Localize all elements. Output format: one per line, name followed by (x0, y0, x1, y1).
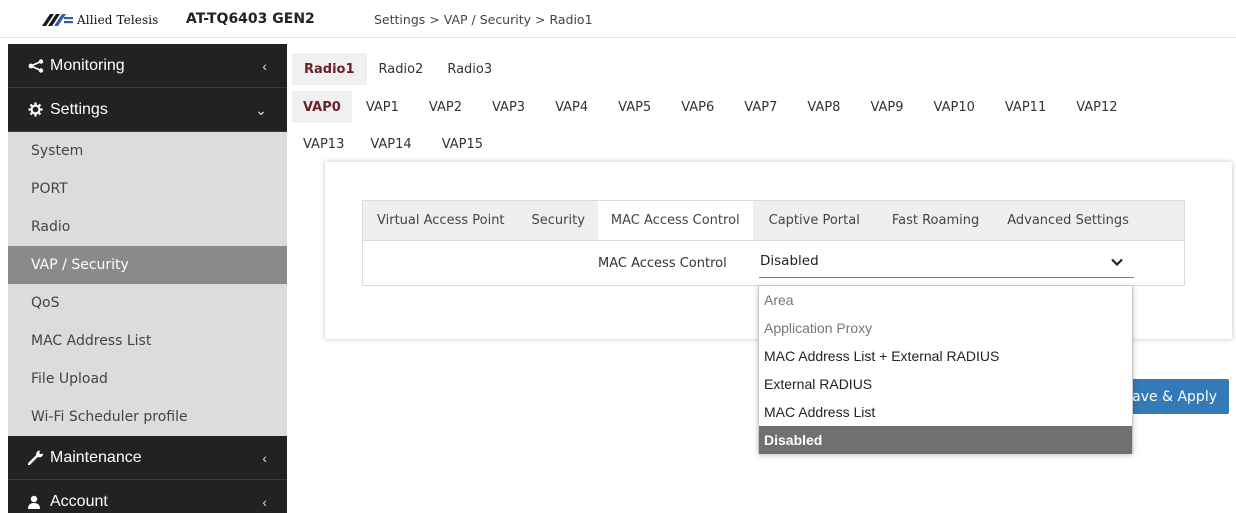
mac-access-control-dropdown: Area Application Proxy MAC Address List … (758, 285, 1133, 454)
sidebar-item-vap-security[interactable]: VAP / Security (8, 246, 287, 284)
tab-vap15[interactable]: VAP15 (426, 128, 499, 160)
sidebar-item-file-upload[interactable]: File Upload (8, 360, 287, 398)
tab-vap11[interactable]: VAP11 (989, 91, 1062, 123)
select-value: Disabled (760, 253, 819, 269)
tab-radio3[interactable]: Radio3 (435, 53, 505, 85)
chevron-left-icon: ‹ (262, 450, 267, 466)
gear-icon (28, 102, 46, 117)
brand-logo: Allied Telesis (42, 12, 158, 28)
vap-tabs-row1: VAP0 VAP1 VAP2 VAP3 VAP4 VAP5 VAP6 VAP7 … (292, 91, 1133, 123)
sidebar-account[interactable]: Account ‹ (8, 480, 287, 513)
tab-vap13[interactable]: VAP13 (292, 128, 356, 160)
tab-vap9[interactable]: VAP9 (855, 91, 919, 123)
sidebar-item-port[interactable]: PORT (8, 170, 287, 208)
tab-security[interactable]: Security (519, 201, 598, 240)
tab-vap0[interactable]: VAP0 (292, 91, 352, 123)
mac-access-control-row: MAC Access Control Disabled (362, 240, 1185, 286)
tab-radio1[interactable]: Radio1 (292, 53, 367, 85)
option-disabled[interactable]: Disabled (759, 426, 1132, 454)
mac-access-control-label: MAC Access Control (598, 256, 727, 271)
tab-vap7[interactable]: VAP7 (729, 91, 793, 123)
top-bar: Allied Telesis AT-TQ6403 GEN2 Settings >… (0, 0, 1236, 38)
tab-vap14[interactable]: VAP14 (355, 128, 427, 160)
chevron-down-icon: ⌄ (255, 102, 267, 118)
allied-telesis-logo-icon (42, 14, 73, 26)
chevron-down-icon (1111, 258, 1123, 267)
tab-vap6[interactable]: VAP6 (666, 91, 730, 123)
tab-advanced-settings[interactable]: Advanced Settings (995, 201, 1141, 240)
option-mac-address-list[interactable]: MAC Address List (759, 398, 1132, 426)
option-mac-list-external-radius[interactable]: MAC Address List + External RADIUS (759, 342, 1132, 370)
sidebar-item-radio[interactable]: Radio (8, 208, 287, 246)
wrench-icon (28, 450, 46, 465)
sidebar: Monitoring ‹ Settings ⌄ System PORT Radi… (8, 44, 287, 513)
tab-vap5[interactable]: VAP5 (603, 91, 667, 123)
share-icon (28, 58, 46, 73)
user-icon (28, 495, 46, 509)
option-external-radius[interactable]: External RADIUS (759, 370, 1132, 398)
tab-mac-access-control[interactable]: MAC Access Control (597, 201, 753, 240)
breadcrumb: Settings > VAP / Security > Radio1 (374, 12, 593, 27)
tab-vap3[interactable]: VAP3 (476, 91, 541, 123)
tab-captive-portal[interactable]: Captive Portal (753, 201, 876, 240)
sidebar-maintenance-label: Maintenance (50, 448, 142, 466)
tab-virtual-access-point[interactable]: Virtual Access Point (363, 201, 519, 240)
tab-vap12[interactable]: VAP12 (1061, 91, 1133, 123)
sidebar-account-label: Account (50, 492, 108, 510)
tab-fast-roaming[interactable]: Fast Roaming (876, 201, 995, 240)
sidebar-item-mac-address-list[interactable]: MAC Address List (8, 322, 287, 360)
brand-name: Allied Telesis (77, 13, 159, 27)
radio-tabs: Radio1 Radio2 Radio3 (292, 53, 505, 85)
sidebar-item-system[interactable]: System (8, 132, 287, 170)
chevron-left-icon: ‹ (262, 494, 267, 510)
sidebar-item-wifi-scheduler[interactable]: Wi-Fi Scheduler profile (8, 398, 287, 436)
section-tabs: Virtual Access Point Security MAC Access… (362, 200, 1185, 240)
tab-vap4[interactable]: VAP4 (540, 91, 604, 123)
mac-access-control-select[interactable]: Disabled (759, 247, 1134, 278)
sidebar-maintenance[interactable]: Maintenance ‹ (8, 436, 287, 480)
vap-tabs-row2: VAP13 VAP14 VAP15 (292, 128, 499, 160)
sidebar-item-qos[interactable]: QoS (8, 284, 287, 322)
tab-radio2[interactable]: Radio2 (366, 53, 436, 85)
tab-vap1[interactable]: VAP1 (351, 91, 414, 123)
option-area[interactable]: Area (759, 286, 1132, 314)
sidebar-settings[interactable]: Settings ⌄ (8, 88, 287, 132)
sidebar-settings-label: Settings (50, 100, 108, 118)
option-application-proxy[interactable]: Application Proxy (759, 314, 1132, 342)
sidebar-monitoring-label: Monitoring (50, 56, 125, 74)
tab-vap2[interactable]: VAP2 (413, 91, 477, 123)
chevron-left-icon: ‹ (262, 58, 267, 74)
sidebar-monitoring[interactable]: Monitoring ‹ (8, 44, 287, 88)
tab-vap10[interactable]: VAP10 (918, 91, 990, 123)
device-model: AT-TQ6403 GEN2 (186, 11, 315, 27)
tab-vap8[interactable]: VAP8 (792, 91, 856, 123)
